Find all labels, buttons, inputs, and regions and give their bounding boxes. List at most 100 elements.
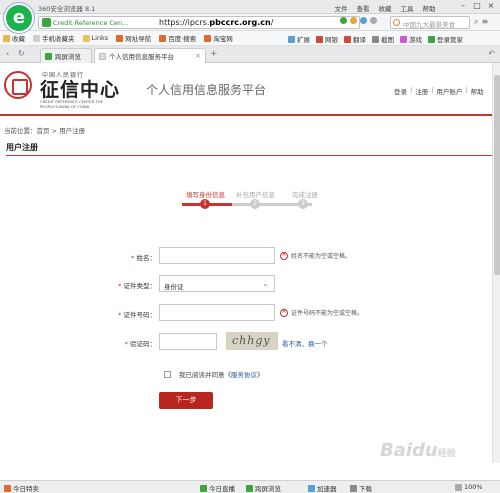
close-icon[interactable]: × <box>486 1 496 11</box>
bank-icon <box>316 35 323 43</box>
menu-tools[interactable]: 工具 <box>396 3 418 13</box>
next-step-button[interactable]: 下一步 <box>159 392 213 409</box>
agree-end: 》 <box>257 371 264 379</box>
title-bar: 360安全浏览器 8.1 文件 查看 收藏 工具 帮助 – □ × <box>0 0 500 14</box>
chevron-down-icon: ⌄ <box>262 279 269 288</box>
agree-checkbox[interactable] <box>164 370 171 378</box>
page-scrollbar[interactable] <box>492 63 500 463</box>
star-icon[interactable] <box>360 17 367 24</box>
status-zoom[interactable]: 100% <box>455 483 483 491</box>
certificate-label[interactable]: Credit Reference Cen... <box>53 19 153 27</box>
accelerator-icon <box>308 484 315 492</box>
brand-english: CREDIT REFERENCE CENTER THE PEOPLE'S BAN… <box>40 99 104 109</box>
account-link[interactable]: 用户账户 <box>436 86 462 96</box>
status-sale[interactable]: 今日特卖 <box>4 483 39 493</box>
name-input[interactable] <box>159 247 275 264</box>
key-icon <box>428 35 435 43</box>
menu-icon[interactable]: ≡ <box>481 17 488 27</box>
menu-file[interactable]: 文件 <box>330 3 352 13</box>
game-icon <box>400 35 407 43</box>
folder-icon <box>82 34 90 42</box>
status-download[interactable]: 下载 <box>350 483 372 493</box>
login-link[interactable]: 登录 <box>394 86 407 96</box>
name-label: * 姓名： <box>131 254 156 262</box>
tool-extend[interactable]: 扩展 <box>288 34 310 44</box>
favorites-bar: 收藏 手机收藏夹 Links 网址导航 百度·搜索 淘宝网 扩展 网银 翻译 截… <box>0 31 500 46</box>
captcha-label: * 验证码： <box>124 340 156 348</box>
fav-links[interactable]: Links <box>82 34 108 42</box>
star-icon <box>3 34 10 42</box>
registration-steps: 填写身份信息 补充用户信息 完成注册 1 2 3 <box>178 189 338 213</box>
agreement-row: 我已阅读并同意《 服务协议 》 <box>164 369 264 379</box>
tool-screenshot[interactable]: 截图 <box>372 34 394 44</box>
step-1-label: 填写身份信息 <box>186 191 225 199</box>
search-box[interactable]: 中国九大最景美食 <box>390 16 470 29</box>
fav-mobile[interactable]: 手机收藏夹 <box>33 33 75 43</box>
new-tab-icon[interactable]: + <box>210 49 218 59</box>
tool-bank[interactable]: 网银 <box>316 34 338 44</box>
captcha-refresh-link[interactable]: 看不清，换一个 <box>282 338 328 348</box>
fav-taobao[interactable]: 淘宝网 <box>204 33 233 43</box>
back-icon[interactable]: ‹ <box>6 49 9 58</box>
idnum-input[interactable] <box>159 304 275 321</box>
service-agreement-link[interactable]: 服务协议 <box>231 369 257 379</box>
status-cross[interactable]: 跨屏浏览 <box>246 483 281 493</box>
menu-help[interactable]: 帮助 <box>418 3 440 13</box>
grid-icon <box>288 35 295 43</box>
translate-icon <box>344 35 351 43</box>
fav-collect[interactable]: 收藏 <box>3 33 25 43</box>
tab-bar: ‹ ↻ 跨屏浏览 个人信用信息服务平台 × + ↶ <box>0 46 500 63</box>
web-page: 中国人民银行 征信中心 CREDIT REFERENCE CENTER THE … <box>0 63 500 463</box>
menu-view[interactable]: 查看 <box>352 3 374 13</box>
agree-text: 我已阅读并同意《 <box>179 371 231 379</box>
window-controls: – □ × <box>458 1 496 11</box>
address-bar[interactable]: Credit Reference Cen... https://ipcrs.pb… <box>38 16 360 29</box>
status-accel[interactable]: 加速器 <box>308 483 337 493</box>
register-link[interactable]: 注册 <box>415 86 428 96</box>
url-text[interactable]: https://ipcrs.pbccrc.org.cn/ <box>159 18 273 27</box>
idtype-row: * 证件类型： 身份证 ⌄ <box>0 275 500 293</box>
tab-close-icon[interactable]: × <box>195 52 201 60</box>
breadcrumb: 当前位置：首页 > 用户注册 <box>4 127 86 135</box>
shield-icon[interactable] <box>340 17 347 24</box>
brand-main[interactable]: 征信中心 <box>40 75 120 102</box>
help-link[interactable]: 帮助 <box>471 86 484 96</box>
secure-lock-icon[interactable] <box>42 18 51 27</box>
platform-slogan: 个人信用信息服务平台 <box>146 83 267 97</box>
dropdown-icon[interactable] <box>370 17 377 24</box>
minimize-icon[interactable]: – <box>458 1 468 11</box>
name-row: * 姓名： 姓名不能为空或空格。 <box>0 247 500 265</box>
captcha-input[interactable] <box>159 333 217 350</box>
undo-close-icon[interactable]: ↶ <box>488 49 495 58</box>
menu-favorites[interactable]: 收藏 <box>374 3 396 13</box>
idnum-error: 证件号码不能为空或空格。 <box>280 307 363 317</box>
scissors-icon <box>372 35 379 43</box>
phone-icon <box>246 484 253 492</box>
fav-nav[interactable]: 网址导航 <box>116 33 151 43</box>
scrollbar-thumb[interactable] <box>494 75 500 275</box>
tab-cross-screen[interactable]: 跨屏浏览 <box>40 48 92 63</box>
download-icon <box>350 484 357 492</box>
lightning-icon[interactable] <box>350 17 357 24</box>
browser-logo-icon[interactable]: e <box>4 3 34 33</box>
search-go-icon[interactable]: ⌕ <box>474 17 478 27</box>
tool-login[interactable]: 登录管家 <box>428 34 463 44</box>
idtype-select[interactable]: 身份证 ⌄ <box>159 275 275 292</box>
tool-games[interactable]: 游戏 <box>400 34 422 44</box>
baidu-watermark: Baidu经验 <box>380 440 456 461</box>
fav-baidu[interactable]: 百度·搜索 <box>159 33 196 43</box>
sale-icon <box>4 484 11 492</box>
address-icons <box>340 17 377 24</box>
top-links: 登录 | 注册 | 用户账户 | 帮助 <box>394 86 484 96</box>
status-live[interactable]: 今日直播 <box>200 483 235 493</box>
step-3-label: 完成注册 <box>292 191 318 199</box>
tab-credit-platform[interactable]: 个人信用信息服务平台 × <box>94 48 206 63</box>
refresh-icon[interactable]: ↻ <box>18 49 25 58</box>
maximize-icon[interactable]: □ <box>472 1 482 11</box>
site-icon <box>159 34 167 42</box>
search-icon <box>393 19 400 26</box>
error-icon <box>280 250 288 260</box>
page-icon <box>99 52 106 60</box>
tool-translate[interactable]: 翻译 <box>344 34 366 44</box>
idnum-label: * 证件号码： <box>118 311 156 319</box>
